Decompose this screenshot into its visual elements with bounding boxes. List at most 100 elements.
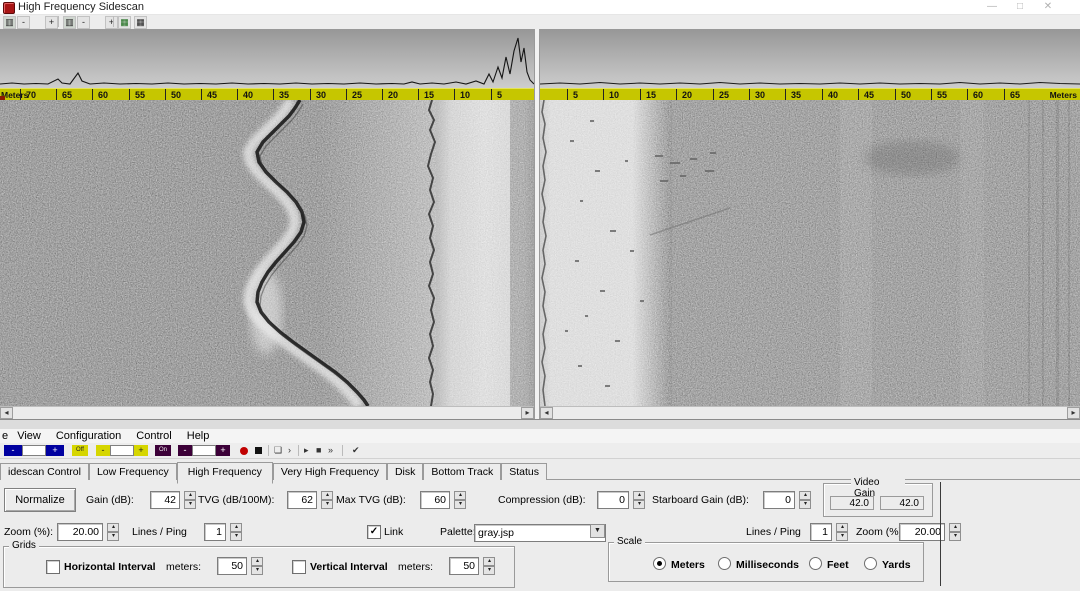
tab-status[interactable]: Status [501,463,547,480]
radio-icon[interactable] [718,557,731,570]
maximize-button[interactable]: □ [1013,1,1027,13]
lines-stbd-down-button[interactable]: ▾ [836,532,848,541]
dropdown-arrow-icon[interactable]: ▼ [590,524,605,538]
h-meters-input[interactable] [217,557,247,575]
play-icon[interactable]: ▸ [304,445,309,456]
channel2-increase-button[interactable]: + [134,445,148,456]
gain-down-button[interactable]: ▾ [184,500,196,509]
v-meters-down-button[interactable]: ▾ [483,566,495,575]
gain-input[interactable] [150,491,180,509]
channel3-increase-button[interactable]: + [216,445,230,456]
lines-per-ping-port-input[interactable] [204,523,226,541]
stop-record-icon[interactable] [255,447,262,454]
horizontal-interval-checkbox[interactable] [46,560,60,574]
zoom-port-up-button[interactable]: ▴ [107,523,119,532]
h-meters-up-button[interactable]: ▴ [251,557,263,566]
v-meters-input[interactable] [449,557,479,575]
menu-item-configuration[interactable]: Configuration [56,429,121,443]
channel3-state-label[interactable]: On [155,445,171,456]
close-button[interactable]: ✕ [1041,1,1055,13]
lines-per-ping-stbd-input[interactable] [810,523,832,541]
tab-very-high-frequency[interactable]: Very High Frequency [273,463,387,480]
gain-up-button[interactable]: ▴ [184,491,196,500]
zoom-stbd-down-button[interactable]: ▾ [949,532,961,541]
minimize-button[interactable]: — [985,1,999,13]
next-icon[interactable]: › [288,445,291,456]
vertical-interval-checkbox[interactable] [292,560,306,574]
scale-option-milliseconds[interactable]: Milliseconds [718,557,799,571]
starboard-gain-input[interactable] [763,491,795,509]
ruler-tick [713,89,714,100]
starboard-horizontal-scrollbar[interactable]: ◂ ▸ [540,406,1080,419]
table-view-icon[interactable]: ▦ [134,16,147,29]
scroll-right-arrow[interactable]: ▸ [1067,407,1080,419]
menu-item-partial[interactable]: e [2,429,8,443]
port-value-box[interactable] [22,445,46,456]
compression-down-button[interactable]: ▾ [633,500,645,509]
channel3-decrease-button[interactable]: - [178,445,192,456]
radio-icon[interactable] [864,557,877,570]
palette-dropdown[interactable]: ▼ [474,523,606,541]
starboard-gain-down-button[interactable]: ▾ [799,500,811,509]
scroll-left-arrow[interactable]: ◂ [0,407,13,419]
starboard-zoom-in-button[interactable]: + [105,16,118,29]
port-sonar-waterfall[interactable] [0,100,534,406]
fast-forward-icon[interactable]: » [328,445,333,456]
menu-item-help[interactable]: Help [187,429,210,443]
tab-disk[interactable]: Disk [387,463,423,480]
port-zoom-out-button[interactable]: - [17,16,30,29]
tab-idescan-control[interactable]: idescan Control [0,463,89,480]
normalize-button[interactable]: Normalize [4,488,76,512]
ruler-tick [201,89,202,100]
menu-item-control[interactable]: Control [136,429,171,443]
zoom-stbd-input[interactable] [899,523,945,541]
max-tvg-up-button[interactable]: ▴ [454,491,466,500]
menu-item-view[interactable]: View [17,429,41,443]
channel2-value-box[interactable] [110,445,134,456]
record-icon[interactable] [240,447,248,455]
tab-high-frequency[interactable]: High Frequency [177,462,273,484]
starboard-gain-up-button[interactable]: ▴ [799,491,811,500]
stop-playback-icon[interactable]: ■ [316,445,321,456]
channel2-state-label[interactable]: Off [72,445,88,456]
zoom-stbd-up-button[interactable]: ▴ [949,523,961,532]
starboard-window-icon[interactable]: ▥ [63,16,76,29]
file-page-icon[interactable]: ❏ [274,445,282,456]
channel2-decrease-button[interactable]: - [96,445,110,456]
starboard-sonar-waterfall[interactable] [540,100,1080,406]
max-tvg-input[interactable] [420,491,450,509]
lines-port-down-button[interactable]: ▾ [230,532,242,541]
port-horizontal-scrollbar[interactable]: ◂ ▸ [0,406,534,419]
scale-option-yards[interactable]: Yards [864,557,911,571]
port-zoom-in-button[interactable]: + [45,16,58,29]
compression-up-button[interactable]: ▴ [633,491,645,500]
link-checkbox[interactable]: ✓ [367,525,381,539]
max-tvg-down-button[interactable]: ▾ [454,500,466,509]
port-decrease-button[interactable]: - [4,445,22,456]
lines-stbd-up-button[interactable]: ▴ [836,523,848,532]
tvg-input[interactable] [287,491,317,509]
scale-option-feet[interactable]: Feet [809,557,849,571]
scroll-right-arrow[interactable]: ▸ [521,407,534,419]
zoom-port-input[interactable] [57,523,103,541]
palette-input[interactable] [474,524,606,542]
port-increase-button[interactable]: + [46,445,64,456]
compression-input[interactable] [597,491,629,509]
tvg-up-button[interactable]: ▴ [321,491,333,500]
radio-icon[interactable] [809,557,822,570]
tab-bottom-track[interactable]: Bottom Track [423,463,501,480]
v-meters-up-button[interactable]: ▴ [483,557,495,566]
lines-port-up-button[interactable]: ▴ [230,523,242,532]
channel3-value-box[interactable] [192,445,216,456]
radio-icon[interactable] [653,557,666,570]
h-meters-down-button[interactable]: ▾ [251,566,263,575]
tvg-down-button[interactable]: ▾ [321,500,333,509]
grid-toggle-icon[interactable]: ▦ [118,16,131,29]
zoom-port-down-button[interactable]: ▾ [107,532,119,541]
port-window-icon[interactable]: ▥ [3,16,16,29]
tab-low-frequency[interactable]: Low Frequency [89,463,177,480]
scale-option-meters[interactable]: Meters [653,557,705,571]
scroll-left-arrow[interactable]: ◂ [540,407,553,419]
starboard-zoom-out-button[interactable]: - [77,16,90,29]
apply-check-icon[interactable]: ✔ [352,445,360,456]
